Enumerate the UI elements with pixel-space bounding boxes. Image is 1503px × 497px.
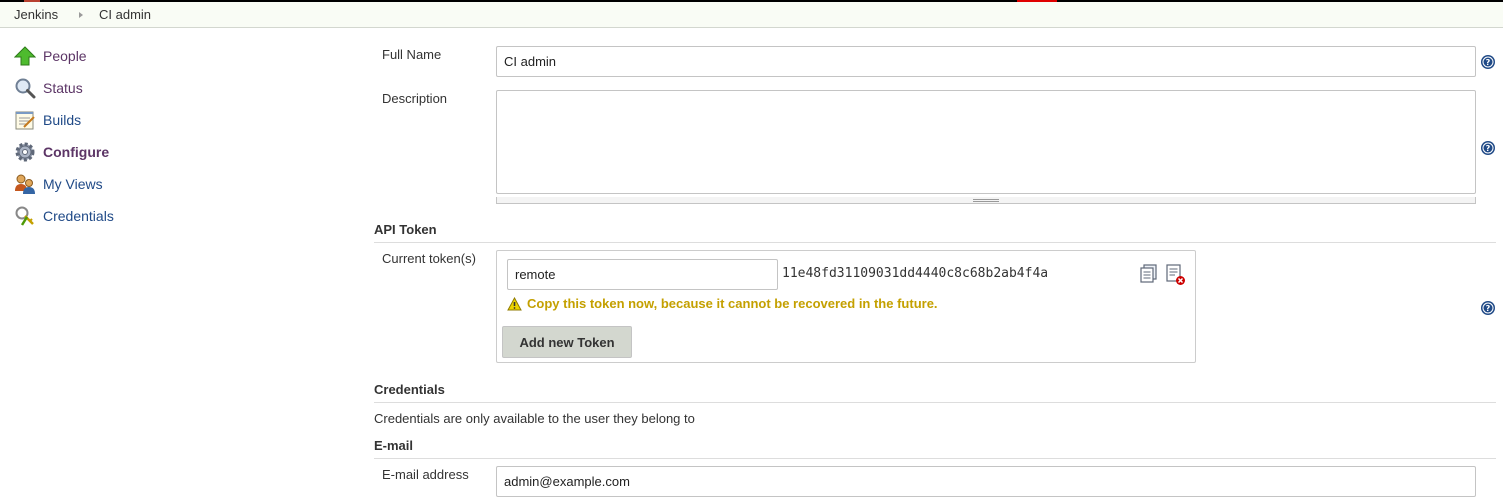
breadcrumb: Jenkins CI admin bbox=[0, 2, 1503, 28]
magnifier-icon bbox=[15, 78, 36, 99]
sidebar-item-label: Credentials bbox=[43, 208, 114, 224]
sidebar-item-label: Configure bbox=[43, 144, 110, 160]
current-tokens-label: Current token(s) bbox=[382, 251, 476, 266]
sidebar-item-label: Status bbox=[43, 80, 83, 96]
token-warning-text: Copy this token now, because it cannot b… bbox=[527, 296, 938, 311]
full-name-input[interactable] bbox=[496, 46, 1476, 77]
section-divider bbox=[374, 458, 1496, 459]
help-icon[interactable]: ? bbox=[1480, 54, 1496, 70]
token-name-input[interactable] bbox=[507, 259, 778, 290]
description-textarea[interactable] bbox=[496, 90, 1476, 194]
user-group-icon bbox=[15, 174, 35, 194]
section-divider bbox=[374, 402, 1496, 403]
svg-text:?: ? bbox=[1486, 304, 1491, 313]
credentials-section-title: Credentials bbox=[374, 382, 445, 397]
sidebar-item-label: My Views bbox=[43, 176, 103, 192]
breadcrumb-jenkins[interactable]: Jenkins bbox=[14, 7, 58, 22]
sidebar-item-status[interactable]: Status bbox=[14, 77, 314, 99]
sidebar-item-configure[interactable]: Configure bbox=[14, 141, 314, 163]
svg-text:?: ? bbox=[1486, 144, 1491, 153]
full-name-label: Full Name bbox=[382, 47, 442, 62]
breadcrumb-separator-icon[interactable] bbox=[79, 12, 83, 18]
api-token-section-title: API Token bbox=[374, 222, 437, 237]
email-address-input[interactable] bbox=[496, 466, 1476, 497]
gear-icon bbox=[15, 142, 35, 162]
svg-text:?: ? bbox=[1486, 58, 1491, 67]
warning-icon bbox=[507, 297, 522, 311]
section-divider bbox=[374, 242, 1496, 243]
description-label: Description bbox=[382, 91, 448, 106]
sidebar-item-label: Builds bbox=[43, 112, 82, 128]
email-address-label: E-mail address bbox=[382, 467, 469, 482]
copy-icon[interactable] bbox=[1140, 264, 1158, 283]
sidebar-item-my-views[interactable]: My Views bbox=[14, 173, 314, 195]
sidebar-item-builds[interactable]: Builds bbox=[14, 109, 314, 131]
help-icon[interactable]: ? bbox=[1480, 300, 1496, 316]
token-value: 11e48fd31109031dd4440c8c68b2ab4f4a bbox=[782, 266, 1049, 281]
sidebar-item-label: People bbox=[43, 48, 87, 64]
sidebar-item-people[interactable]: People bbox=[14, 45, 314, 67]
people-arrow-icon bbox=[14, 46, 36, 66]
revoke-token-icon[interactable] bbox=[1166, 264, 1186, 286]
grip-icon bbox=[973, 199, 999, 202]
email-section-title: E-mail bbox=[374, 438, 414, 453]
help-icon[interactable]: ? bbox=[1480, 140, 1496, 156]
breadcrumb-user[interactable]: CI admin bbox=[99, 7, 151, 22]
add-new-token-button[interactable]: Add new Token bbox=[502, 326, 632, 358]
sidebar-item-credentials[interactable]: Credentials bbox=[14, 205, 314, 227]
keys-icon bbox=[15, 206, 34, 226]
credentials-note: Credentials are only available to the us… bbox=[374, 411, 695, 426]
textarea-resize-bar[interactable] bbox=[496, 197, 1476, 204]
notepad-icon bbox=[15, 111, 35, 130]
